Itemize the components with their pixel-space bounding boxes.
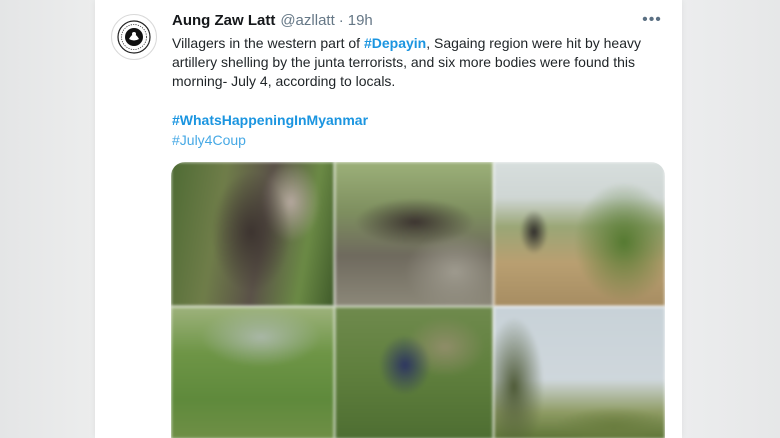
media-photo-6[interactable] [494, 307, 665, 438]
tweet-card[interactable]: Aung Zaw Latt @azllatt · 19h ••• Village… [95, 0, 682, 438]
more-options-icon[interactable]: ••• [640, 10, 664, 30]
emblem-avatar-icon [117, 20, 151, 54]
tweet-timestamp[interactable]: 19h [348, 12, 373, 29]
hashtag-link-whatshappening[interactable]: #WhatsHappeningInMyanmar [172, 112, 368, 128]
hashtag-link-july4coup[interactable]: #July4Coup [172, 132, 246, 148]
background-left [0, 0, 95, 438]
author-avatar[interactable] [111, 14, 157, 60]
hashtag-line-2: #July4Coup [172, 132, 246, 148]
background-right [682, 0, 780, 438]
media-photo-2[interactable] [335, 162, 493, 306]
tweet-text-part-1: Villagers in the western part of [172, 35, 364, 51]
media-photo-4[interactable] [171, 307, 334, 438]
media-photo-1[interactable] [171, 162, 334, 306]
hashtag-link-depayin[interactable]: #Depayin [364, 35, 426, 51]
hashtag-line-1: #WhatsHappeningInMyanmar [172, 112, 368, 128]
author-handle[interactable]: @azllatt [280, 12, 334, 29]
media-grid [171, 162, 665, 438]
header-separator: · [338, 12, 344, 29]
tweet-text: Villagers in the western part of #Depayi… [172, 34, 667, 91]
author-name[interactable]: Aung Zaw Latt [172, 12, 275, 29]
tweet-header: Aung Zaw Latt @azllatt · 19h [172, 12, 373, 32]
media-photo-5[interactable] [335, 307, 493, 438]
media-photo-3[interactable] [494, 162, 665, 306]
